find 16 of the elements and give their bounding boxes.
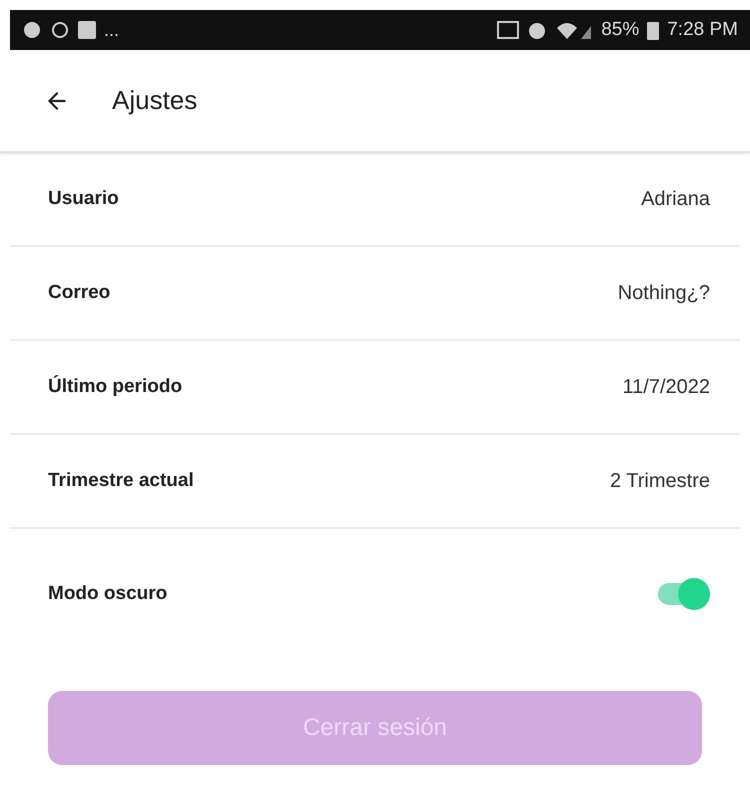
setting-label: Trimestre actual [48,468,194,493]
setting-label: Correo [48,280,110,305]
clock: 7:28 PM [667,18,738,42]
wifi-signal-icon [555,20,594,40]
battery-percent: 85% [601,18,640,42]
dark-mode-switch[interactable] [656,577,710,611]
setting-label: Modo oscuro [48,582,168,606]
setting-label: Último periodo [48,374,182,399]
setting-value: 11/7/2022 [622,375,710,400]
setting-value: Nothing¿? [618,281,710,306]
setting-value: Adriana [641,187,710,212]
setting-value: 2 Trimestre [610,469,710,494]
battery-icon [647,20,660,40]
screen-title: Ajustes [112,84,198,117]
more-notifications: ... [104,18,120,42]
setting-label: Usuario [48,186,119,211]
